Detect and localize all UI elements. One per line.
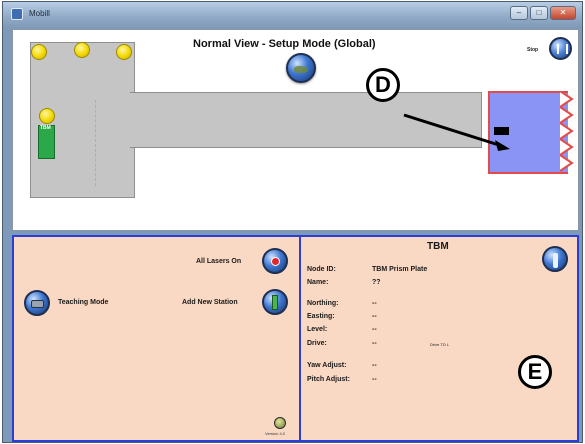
field-label-drive: Drive: (307, 340, 327, 347)
field-label-yaw-adjust: Yaw Adjust: (307, 362, 347, 369)
maximize-button[interactable]: □ (530, 6, 548, 20)
tunnel-divider (95, 100, 96, 186)
teaching-mode-label: Teaching Mode (58, 299, 109, 306)
window-controls: – □ ✕ (510, 6, 576, 20)
laser-icon (271, 257, 280, 266)
field-value-node-id: TBM Prism Plate (372, 266, 428, 273)
all-lasers-on-label: All Lasers On (196, 258, 242, 265)
field-value-level: -- (372, 326, 377, 333)
window-title: Mobill (29, 9, 50, 18)
tunnel-overview-panel: Normal View - Setup Mode (Global) Stop T… (12, 29, 579, 231)
stop-label: Stop (527, 47, 539, 53)
field-value-northing: -- (372, 300, 377, 307)
version-label: Version 4.0 (265, 431, 286, 436)
field-label-easting: Easting: (307, 313, 335, 320)
tbm-details-panel (301, 235, 579, 442)
laser-station-3[interactable] (116, 44, 132, 60)
drive-note: Drive TD L (430, 342, 450, 347)
station-icon (272, 295, 278, 310)
tbm-marker-label: TBM (40, 125, 51, 131)
commands-panel (12, 235, 301, 442)
field-value-pitch-adjust: -- (372, 376, 377, 383)
field-label-node-id: Node ID: (307, 266, 336, 273)
add-new-station-button[interactable] (262, 289, 288, 315)
cutter-teeth (560, 91, 574, 172)
close-button[interactable]: ✕ (550, 6, 576, 20)
title-bar: Mobill – □ ✕ (3, 2, 582, 28)
laser-station-2[interactable] (74, 42, 90, 58)
field-label-pitch-adjust: Pitch Adjust: (307, 376, 350, 383)
field-value-easting: -- (372, 313, 377, 320)
laser-station-1[interactable] (31, 44, 47, 60)
callout-d: D (366, 68, 400, 102)
callout-e: E (518, 355, 552, 389)
tunnel-drive (130, 92, 482, 148)
teaching-mode-button[interactable] (24, 290, 50, 316)
target-sensor[interactable] (494, 127, 509, 135)
field-value-yaw-adjust: -- (372, 362, 377, 369)
field-value-name: ?? (372, 279, 381, 286)
minimize-button[interactable]: – (510, 6, 528, 20)
all-lasers-on-button[interactable] (262, 248, 288, 274)
app-icon (11, 8, 23, 20)
edit-node-button[interactable] (542, 246, 568, 272)
page-title: Normal View - Setup Mode (Global) (193, 38, 376, 50)
field-label-northing: Northing: (307, 300, 339, 307)
edit-icon (553, 253, 558, 268)
field-label-name: Name: (307, 279, 329, 286)
add-new-station-label: Add New Station (182, 299, 238, 306)
stop-button[interactable] (549, 37, 572, 60)
field-value-drive: -- (372, 340, 377, 347)
teaching-mode-icon (31, 300, 44, 308)
details-title: TBM (427, 241, 449, 252)
globe-icon[interactable] (286, 53, 316, 83)
laser-station-4[interactable] (39, 108, 55, 124)
settings-icon[interactable] (274, 417, 286, 429)
field-label-level: Level: (307, 326, 328, 333)
